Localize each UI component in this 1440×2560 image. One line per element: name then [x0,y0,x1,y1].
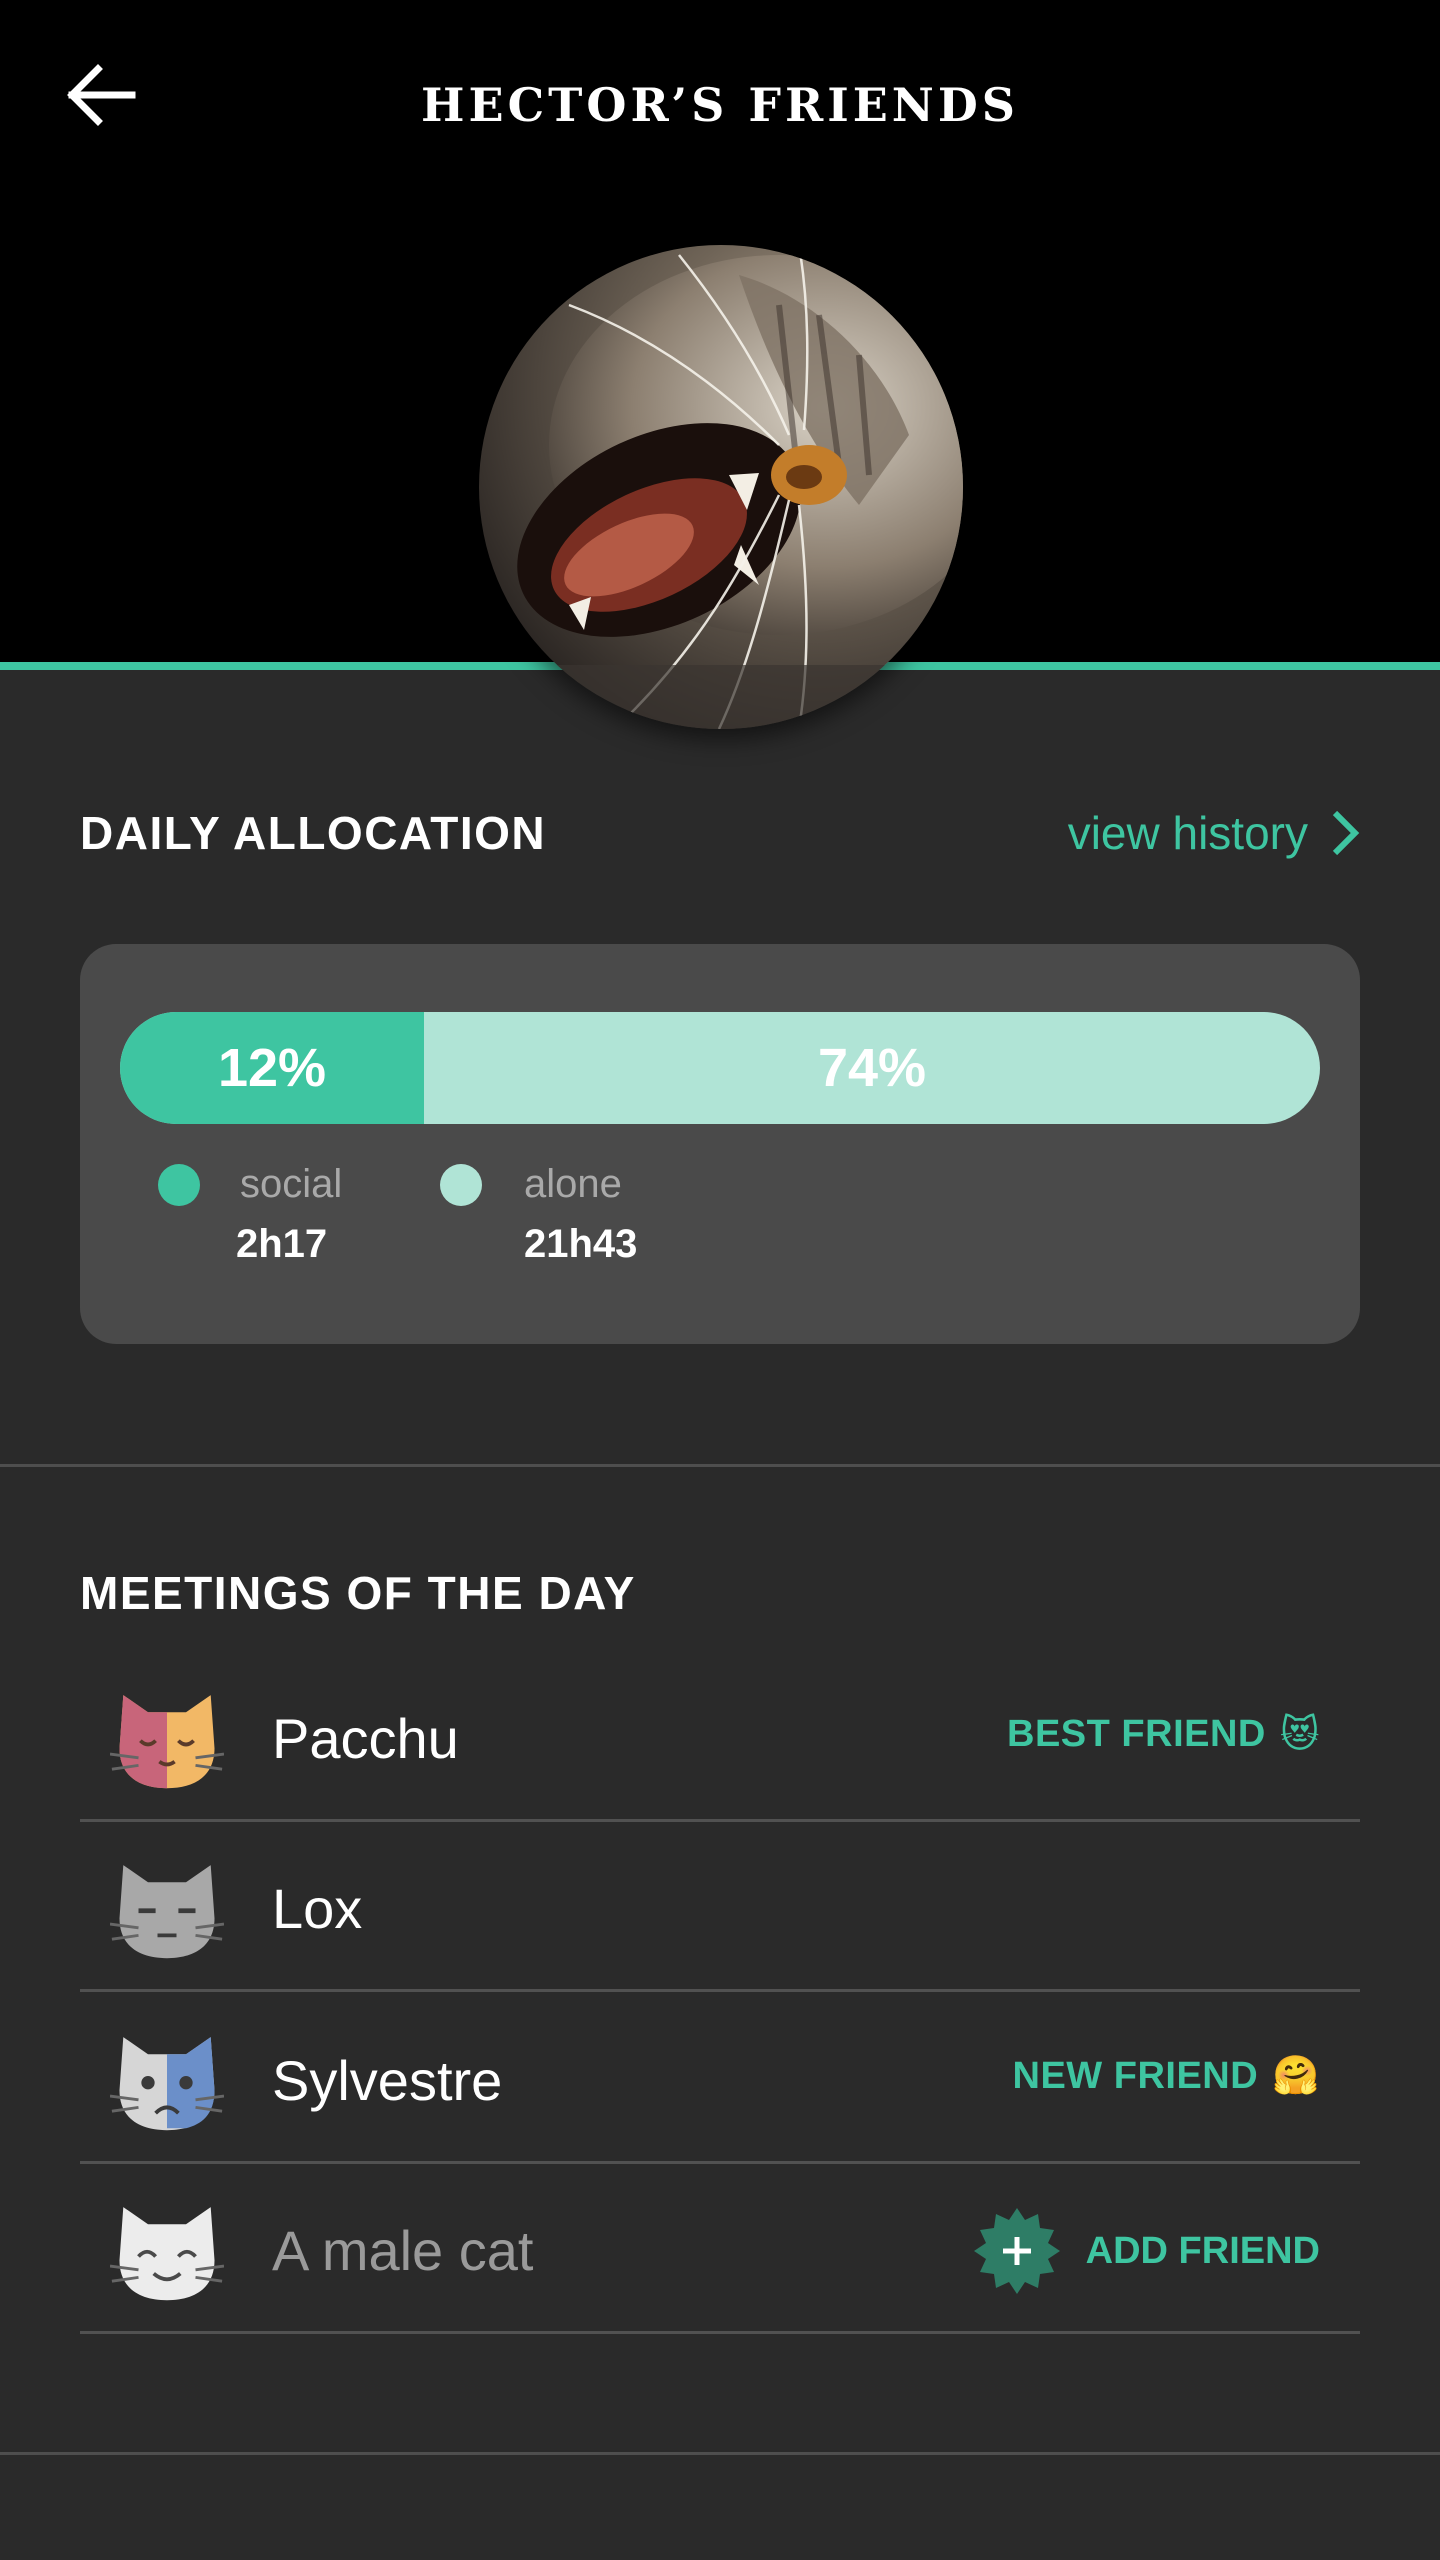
cat-worried-icon [110,2037,224,2131]
best-friend-badge: BEST FRIEND 😻 [1007,1712,1320,1757]
allocation-card: 12% 74% social 2h17 alone 21h43 [80,944,1360,1344]
social-legend-dot [158,1164,200,1206]
add-friend-label: ADD FRIEND [1085,2229,1320,2272]
heart-eyes-cat-emoji: 😻 [1279,1714,1320,1756]
status-label: BEST FRIEND [1007,1713,1266,1755]
hugging-face-emoji: 🤗 [1272,2055,1320,2097]
page-title: HECTOR’S FRIENDS [421,78,1019,132]
allocation-bar: 12% 74% [120,1012,1320,1124]
alone-bar-segment: 74% [817,1038,927,1098]
alone-legend-label: alone [524,1162,622,1206]
plus-badge-icon [973,2208,1060,2294]
cat-sleepy-icon [110,1695,224,1789]
section-divider [0,1464,1440,1467]
meeting-row-sylvestre[interactable]: Sylvestre NEW FRIEND 🤗 [80,1996,1360,2164]
meeting-row-pacchu[interactable]: Pacchu BEST FRIEND 😻 [80,1654,1360,1822]
friend-name: A male cat [272,2219,534,2282]
add-friend-button[interactable]: ADD FRIEND [973,2208,1320,2294]
friend-name: Lox [272,1877,363,1940]
social-time-value: 2h17 [236,1222,328,1266]
alone-legend-dot [440,1164,482,1206]
social-legend-label: social [240,1162,343,1206]
friend-name: Sylvestre [272,2049,503,2112]
meeting-row-lox[interactable]: Lox [80,1824,1360,1992]
profile-photo [479,245,963,729]
meetings-heading: MEETINGS OF THE DAY [80,1567,636,1619]
view-history-link[interactable]: view history [1068,800,1360,866]
meeting-row-unknown-cat: A male cat ADD FRIEND [80,2166,1360,2334]
chevron-right-icon [1332,810,1360,856]
view-history-label: view history [1067,807,1308,859]
status-label: NEW FRIEND [1012,2054,1259,2097]
alone-time-value: 21h43 [524,1222,638,1266]
cat-happy-icon [110,2207,224,2301]
friend-name: Pacchu [272,1707,459,1770]
new-friend-badge: NEW FRIEND 🤗 [1013,2054,1320,2098]
daily-allocation-heading: DAILY ALLOCATION [80,807,547,859]
bottom-divider [0,2452,1440,2455]
cat-unamused-icon [110,1865,224,1959]
social-bar-segment: 12% [120,1012,424,1124]
